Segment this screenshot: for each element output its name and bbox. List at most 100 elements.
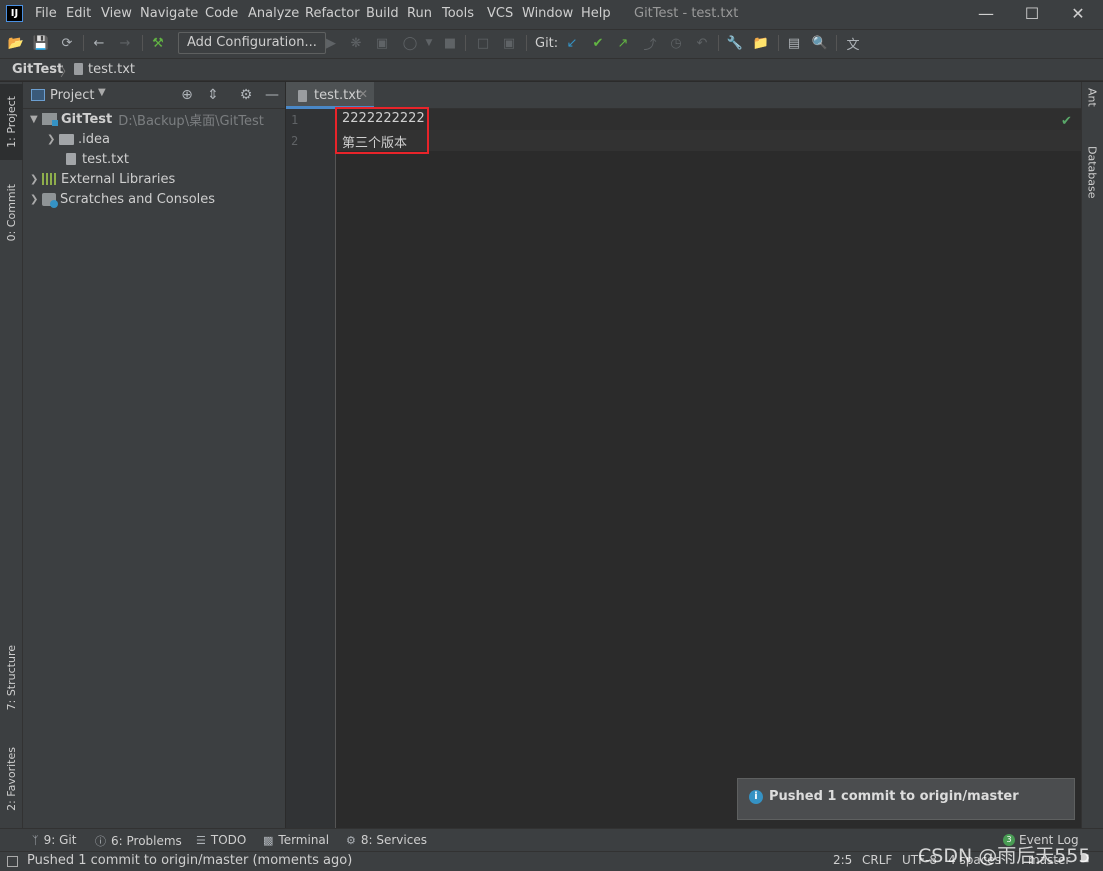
status-window-icon[interactable] <box>7 856 18 867</box>
menu-help[interactable]: Help <box>581 6 611 21</box>
tool-tab-ant[interactable]: Ant <box>1081 88 1103 130</box>
breadcrumb-project[interactable]: GitTest <box>12 62 63 77</box>
caret-line-highlight <box>336 130 1081 151</box>
problems-icon: ⓘ <box>95 835 106 848</box>
collapse-all-icon[interactable]: ⇕ <box>204 86 222 104</box>
menu-refactor[interactable]: Refactor <box>305 6 360 21</box>
breadcrumb-separator: 〉 <box>60 65 74 80</box>
menu-view[interactable]: View <box>101 6 132 21</box>
maximize-button[interactable]: ☐ <box>1009 2 1055 26</box>
menu-tools[interactable]: Tools <box>442 6 474 21</box>
gear-icon[interactable]: ⚙ <box>237 86 255 104</box>
breadcrumb <box>0 58 1103 81</box>
settings-wrench-icon[interactable]: 🔧 <box>726 34 744 52</box>
chevron-right-icon[interactable]: ❯ <box>30 174 42 185</box>
tree-item-external-libraries[interactable]: ❯ External Libraries <box>30 169 175 189</box>
chevron-down-icon[interactable]: ▼ <box>98 87 106 98</box>
add-configuration-button[interactable]: Add Configuration... <box>178 32 326 54</box>
tool-tab-git[interactable]: ᛉ 9: Git <box>32 833 76 847</box>
window-title: GitTest - test.txt <box>634 6 739 21</box>
editor-line-background <box>336 109 1081 130</box>
tool-tab-services[interactable]: ⚙ 8: Services <box>346 833 427 847</box>
tool-tab-favorites-label: 2: Favorites <box>5 747 18 811</box>
git-commit-icon[interactable]: ✔ <box>589 34 607 52</box>
forward-arrow-icon[interactable]: → <box>116 34 134 52</box>
inspection-ok-check-icon[interactable]: ✔ <box>1061 114 1072 129</box>
toolbar-separator <box>142 35 143 51</box>
run-dropdown-icon[interactable]: ▼ <box>420 34 438 52</box>
status-message[interactable]: Pushed 1 commit to origin/master (moment… <box>27 853 352 868</box>
tool-tab-commit[interactable]: 0: Commit <box>0 175 23 250</box>
tree-item-label: .idea <box>78 131 110 147</box>
stop-icon[interactable]: ■ <box>441 34 459 52</box>
tool-tab-favorites[interactable]: 2: Favorites <box>0 738 23 820</box>
menu-window[interactable]: Window <box>522 6 573 21</box>
attach-icon[interactable]: □ <box>474 34 492 52</box>
git-history-icon[interactable]: ◷ <box>667 34 685 52</box>
back-arrow-icon[interactable]: ← <box>90 34 108 52</box>
tool-tab-git-label: 9: Git <box>43 833 77 847</box>
git-toolbar-label: Git: <box>535 36 559 51</box>
run-icon[interactable]: ▶ <box>322 34 340 52</box>
tool-tab-problems[interactable]: ⓘ 6: Problems <box>95 833 182 849</box>
tool-tab-commit-label: 0: Commit <box>5 183 18 242</box>
debug-icon[interactable]: ❋ <box>347 34 365 52</box>
tree-item-label: test.txt <box>82 151 129 167</box>
menu-navigate[interactable]: Navigate <box>140 6 198 21</box>
menu-file[interactable]: File <box>35 6 57 21</box>
text-file-icon <box>298 90 307 102</box>
tool-tab-project[interactable]: 1: Project <box>0 84 23 160</box>
sync-icon[interactable]: ⟳ <box>58 34 76 52</box>
tree-item-test-txt[interactable]: test.txt <box>66 149 129 169</box>
tree-item-idea[interactable]: ❯ .idea <box>47 129 110 149</box>
minimize-button[interactable]: — <box>963 2 1009 26</box>
todo-list-icon: ☰ <box>196 833 206 847</box>
watermark: CSDN @雨后天555 <box>918 845 1091 867</box>
services-icon[interactable]: ▣ <box>500 34 518 52</box>
translate-icon[interactable]: 文 <box>844 34 862 53</box>
menu-code[interactable]: Code <box>205 6 238 21</box>
caret-position[interactable]: 2:5 <box>833 853 852 867</box>
line-separator[interactable]: CRLF <box>862 853 892 867</box>
save-all-icon[interactable]: 💾 <box>32 34 50 52</box>
chevron-right-icon[interactable]: ❯ <box>30 194 42 205</box>
profile-icon[interactable]: ◯ <box>401 34 419 52</box>
tool-tab-terminal[interactable]: ▩ Terminal <box>263 833 329 847</box>
close-icon[interactable]: ✕ <box>358 87 368 101</box>
intellij-app-icon: IJ <box>6 5 23 22</box>
tool-tab-database[interactable]: Database <box>1081 146 1103 216</box>
tool-tab-todo[interactable]: ☰ TODO <box>196 833 246 847</box>
editor-tab-label[interactable]: test.txt <box>314 88 361 103</box>
editor-gutter <box>286 109 336 828</box>
open-folder-icon[interactable]: 📂 <box>7 34 25 52</box>
breadcrumb-file[interactable]: test.txt <box>88 62 135 77</box>
git-rollback-icon[interactable]: ↶ <box>693 34 711 52</box>
project-panel-title[interactable]: Project <box>50 88 94 103</box>
tool-tab-services-label: 8: Services <box>360 833 427 847</box>
terminal-window-icon[interactable]: ▤ <box>785 34 803 52</box>
tree-item-project-root[interactable]: ▼ GitTest D:\Backup\桌面\GitTest <box>30 109 264 129</box>
close-window-button[interactable]: ✕ <box>1055 2 1101 26</box>
menu-analyze[interactable]: Analyze <box>248 6 299 21</box>
locate-target-icon[interactable]: ⊕ <box>178 86 196 104</box>
menu-vcs[interactable]: VCS <box>487 6 513 21</box>
info-icon: i <box>749 790 763 804</box>
git-update-icon[interactable]: ↙ <box>563 34 581 52</box>
git-merge-icon[interactable]: ⤴ <box>641 34 659 53</box>
search-icon[interactable]: 🔍 <box>811 34 829 52</box>
build-hammer-icon[interactable]: ⚒ <box>149 34 167 52</box>
chevron-right-icon[interactable]: ❯ <box>47 134 59 145</box>
hide-panel-icon[interactable]: — <box>263 86 281 104</box>
toolbar-separator <box>526 35 527 51</box>
chevron-down-icon[interactable]: ▼ <box>30 114 42 125</box>
menu-run[interactable]: Run <box>407 6 432 21</box>
menu-edit[interactable]: Edit <box>66 6 91 21</box>
coverage-icon[interactable]: ▣ <box>373 34 391 52</box>
tree-item-scratches[interactable]: ❯ Scratches and Consoles <box>30 189 215 209</box>
tool-tab-structure[interactable]: 7: Structure <box>0 636 23 720</box>
git-push-icon[interactable]: ↗ <box>614 34 632 52</box>
tree-item-label: External Libraries <box>61 171 176 187</box>
line-number: 1 <box>291 113 299 127</box>
menu-build[interactable]: Build <box>366 6 399 21</box>
project-structure-icon[interactable]: 📁 <box>752 34 770 52</box>
